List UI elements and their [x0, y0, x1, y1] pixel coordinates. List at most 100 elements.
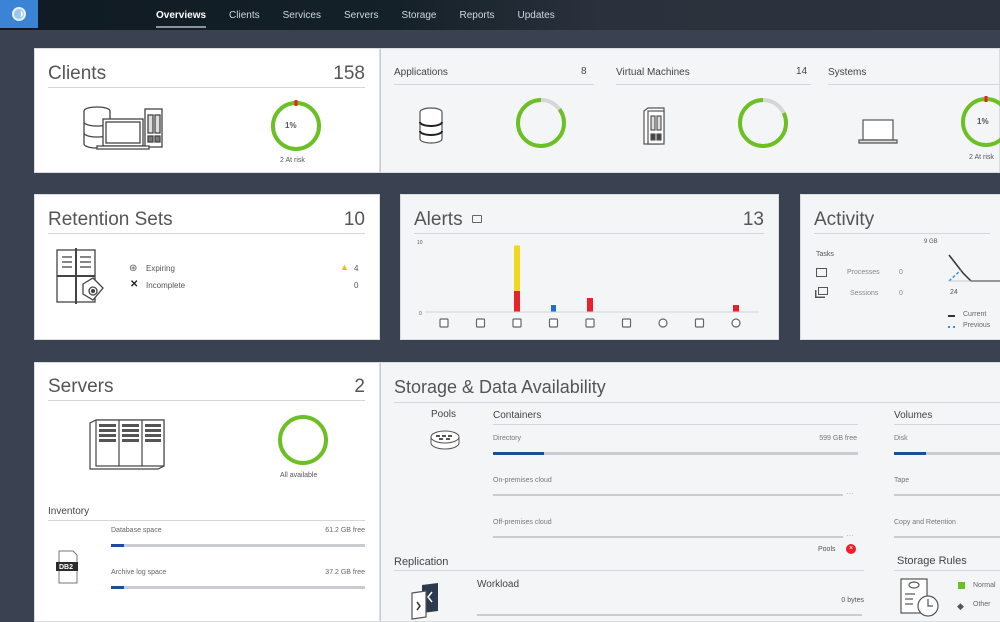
storage-pool-icon[interactable]: [694, 318, 705, 328]
server-tower-icon: [643, 107, 665, 145]
nav-tab-updates[interactable]: Updates: [517, 10, 554, 21]
app-logo-button[interactable]: [0, 0, 38, 28]
replication-title: Replication: [394, 556, 449, 568]
activity-row-label: Sessions: [850, 290, 879, 297]
replication-icon[interactable]: [410, 583, 440, 620]
clients-status-label: 2 At risk: [280, 157, 305, 164]
pools-label: Pools: [431, 409, 457, 420]
workload-label: Workload: [477, 579, 520, 590]
storage-rules-title: Storage Rules: [897, 555, 967, 567]
systems-section[interactable]: Systems 1% 2 At risk: [815, 49, 1000, 174]
applications-section[interactable]: Applications 8: [381, 49, 601, 174]
directory-bar: [493, 452, 858, 455]
workload-value: 0 bytes: [841, 597, 864, 604]
clients-icon[interactable]: [439, 318, 449, 328]
nav-tab-services[interactable]: Services: [283, 10, 321, 21]
nav-tab-reports[interactable]: Reports: [459, 10, 494, 21]
storage-title: Storage & Data Availability: [394, 377, 606, 397]
volume-row-label: Tape: [894, 477, 910, 484]
virtual-machines-count: 14: [796, 66, 808, 77]
directory-bar-fill: [493, 452, 545, 455]
clients-title: Clients: [48, 63, 107, 84]
processes-icon: [816, 268, 827, 277]
divider: [493, 424, 858, 425]
nav-tab-servers[interactable]: Servers: [344, 10, 378, 21]
expiring-icon: ⊛: [129, 263, 138, 274]
database-space-bar-fill: [111, 544, 124, 547]
more-dots-icon: ···: [846, 531, 854, 540]
servers-title: Servers: [48, 376, 114, 397]
activity-panel[interactable]: Activity Tasks Processes 0 Sessions 0 9 …: [800, 194, 1000, 340]
retention-icon[interactable]: [731, 318, 741, 328]
pool-disk-icon[interactable]: [429, 429, 461, 451]
retention-row-value: 4: [354, 264, 359, 273]
divider: [48, 400, 365, 401]
server-icon[interactable]: [512, 318, 522, 328]
activity-x-tick: 24: [950, 289, 958, 296]
alert-bar-virtual-machines-critical[interactable]: [587, 298, 593, 312]
laptop-icon[interactable]: [548, 318, 559, 328]
alerts-y-tick-min: 0: [419, 311, 422, 317]
applications-donut: [516, 98, 566, 148]
laptop-icon: [858, 119, 898, 144]
divider: [616, 84, 811, 85]
retention-row-label: Incomplete: [146, 281, 186, 290]
divider: [814, 233, 990, 234]
sessions-icon: [818, 287, 828, 295]
nav-tab-storage[interactable]: Storage: [401, 10, 436, 21]
network-icon[interactable]: [658, 318, 668, 328]
alert-bar-servers-warning[interactable]: [514, 245, 520, 292]
archive-log-space-bar: [111, 586, 365, 589]
divider: [894, 424, 1000, 425]
storage-rule-label: Other: [973, 601, 991, 608]
hexagon-logo-icon: [12, 7, 26, 21]
storage-panel: Storage & Data Availability Pools Contai…: [380, 362, 1000, 622]
server-tower-icon[interactable]: [585, 318, 595, 328]
volume-row-label: Copy and Retention: [894, 519, 956, 526]
database-icon[interactable]: [475, 318, 486, 328]
alert-bar-systems-informational[interactable]: [551, 305, 556, 312]
nav-tab-overviews[interactable]: Overviews: [156, 10, 207, 28]
servers-panel[interactable]: Servers 2 All available Inventory DB2 Da…: [34, 362, 380, 622]
alerts-y-tick-max: 10: [417, 240, 423, 246]
nav-tab-clients[interactable]: Clients: [229, 10, 260, 21]
volume-row-label: Disk: [894, 435, 908, 442]
systems-title: Systems: [828, 67, 867, 78]
off-premises-cloud-bar: [493, 536, 843, 538]
storage-rule-label: Normal: [973, 582, 996, 589]
disk-bar: [894, 452, 1000, 455]
activity-row-label: Processes: [847, 269, 880, 276]
alert-bar-servers-critical[interactable]: [514, 291, 520, 312]
alerts-bar-chart: 10 0: [417, 240, 759, 328]
virtual-machines-section[interactable]: Virtual Machines 14: [603, 49, 813, 174]
copy-icon[interactable]: [621, 318, 632, 328]
retention-sets-panel[interactable]: Retention Sets 10 ⊛ Expiring ▲ 4 ✕ Incom…: [34, 194, 380, 340]
error-icon[interactable]: ×: [846, 544, 856, 554]
alerts-panel[interactable]: Alerts 13 10 0: [400, 194, 779, 340]
systems-status-label: 2 At risk: [969, 154, 994, 161]
container-row-value: 599 GB free: [819, 435, 857, 442]
activity-current-line: [948, 254, 1000, 282]
disk-bar-fill: [894, 452, 926, 455]
alert-bar-retention-critical[interactable]: [733, 305, 739, 312]
activity-previous-line: [948, 269, 962, 282]
clients-panel[interactable]: Clients 158 1% 2 At risk: [34, 48, 380, 173]
inventory-row-label: Archive log space: [111, 569, 167, 576]
container-row-label: Directory: [493, 435, 522, 442]
x-icon: ✕: [130, 279, 139, 290]
inventory-title: Inventory: [48, 506, 90, 517]
activity-title: Activity: [814, 209, 875, 230]
systems-risk-percent: 1%: [977, 117, 989, 126]
inventory-row-value: 61.2 GB free: [325, 527, 365, 534]
top-navigation-bar: Overviews Clients Services Servers Stora…: [0, 0, 1000, 30]
clients-count: 158: [333, 63, 365, 84]
workload-bar: [477, 614, 862, 616]
warning-icon: ▲: [340, 262, 349, 272]
diamond-icon: ◆: [957, 601, 964, 611]
db2-icon-text: DB2: [59, 564, 73, 571]
inventory-row-value: 37.2 GB free: [325, 569, 365, 576]
retention-book-icon: [56, 248, 104, 304]
copy-retention-bar: [894, 536, 1000, 538]
client-types-panel: Applications 8 Virtual Machines 14 Syste…: [380, 48, 1000, 173]
container-row-label: On-premises cloud: [493, 477, 552, 484]
